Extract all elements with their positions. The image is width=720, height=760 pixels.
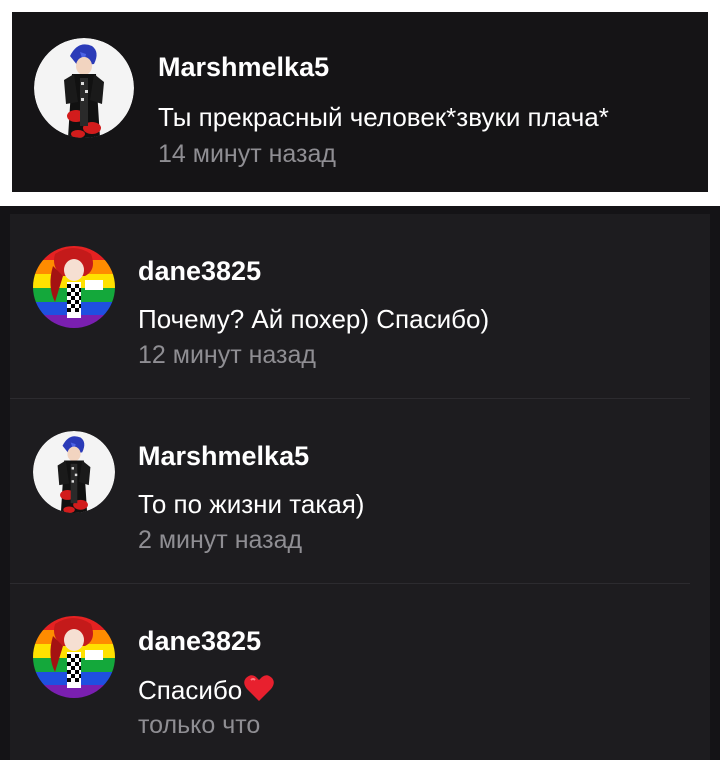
comment-username[interactable]: dane3825 bbox=[138, 626, 261, 657]
rainbow-avatar-icon bbox=[33, 616, 115, 698]
comment-item[interactable]: Marshmelka5 То по жизни такая) 2 минут н… bbox=[10, 399, 710, 583]
comment-timestamp: 12 минут назад bbox=[138, 341, 316, 369]
comment-item[interactable]: dane3825 Почему? Ай похер) Спасибо) 12 м… bbox=[10, 214, 710, 398]
user-avatar[interactable] bbox=[33, 616, 115, 698]
heart-emoji-icon bbox=[244, 674, 274, 709]
highlighted-comment[interactable]: Marshmelka5 Ты прекрасный человек*звуки … bbox=[12, 12, 708, 192]
user-avatar[interactable] bbox=[33, 431, 115, 513]
comment-thread: dane3825 Почему? Ай похер) Спасибо) 12 м… bbox=[0, 206, 720, 760]
comment-timestamp: 14 минут назад bbox=[158, 140, 336, 168]
user-avatar[interactable] bbox=[34, 38, 134, 138]
anime-character-avatar-icon bbox=[34, 38, 134, 138]
comment-message: То по жизни такая) bbox=[138, 489, 365, 519]
comment-username[interactable]: dane3825 bbox=[138, 256, 261, 287]
comment-username[interactable]: Marshmelka5 bbox=[138, 441, 309, 472]
comment-timestamp: только что bbox=[138, 711, 261, 739]
anime-character-avatar-icon bbox=[33, 431, 115, 513]
comment-message: Почему? Ай похер) Спасибо) bbox=[138, 304, 490, 334]
comment-timestamp: 2 минут назад bbox=[138, 526, 303, 554]
comment-message: Спасибо bbox=[138, 675, 243, 705]
comment-list: dane3825 Почему? Ай похер) Спасибо) 12 м… bbox=[10, 214, 710, 760]
rainbow-avatar-icon bbox=[33, 246, 115, 328]
highlighted-comment-frame: Marshmelka5 Ты прекрасный человек*звуки … bbox=[0, 0, 720, 200]
user-avatar[interactable] bbox=[33, 246, 115, 328]
comment-username[interactable]: Marshmelka5 bbox=[158, 52, 329, 83]
comment-item[interactable]: dane3825 Спасибо только что bbox=[10, 584, 710, 760]
comment-message: Ты прекрасный человек*звуки плача* bbox=[158, 102, 609, 132]
comment-message-row: Спасибо bbox=[138, 674, 274, 709]
